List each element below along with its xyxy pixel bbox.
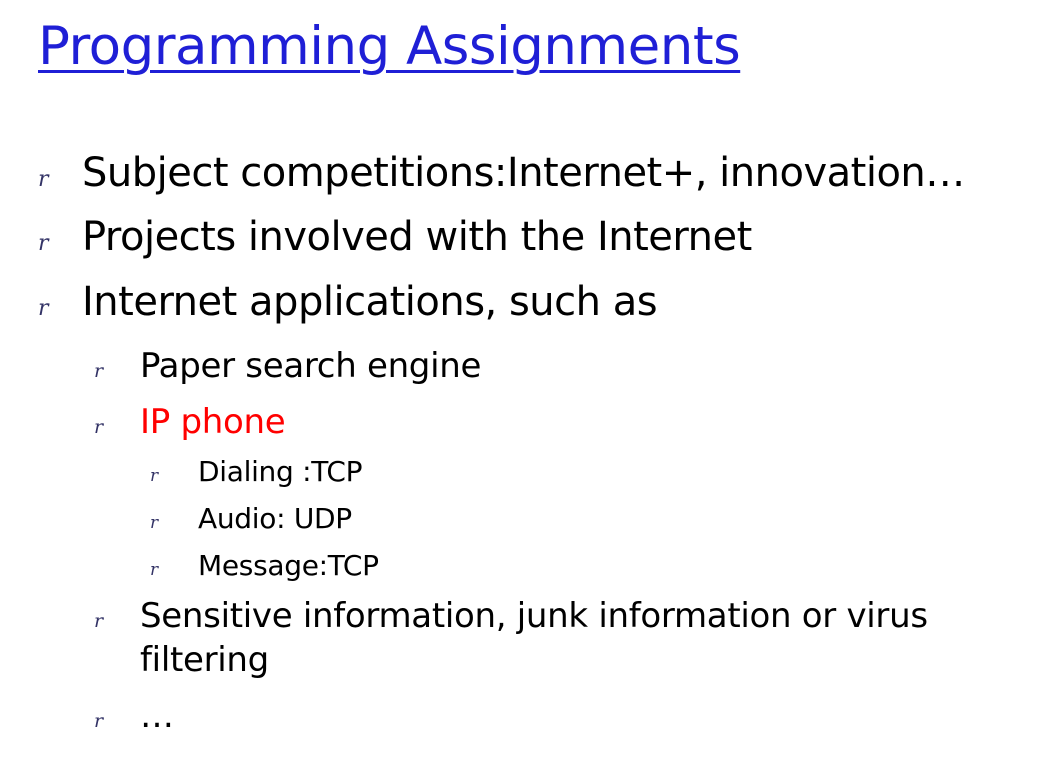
sub-bullet-text-highlighted: IP phone: [140, 402, 286, 442]
sub-sub-bullet-text: Dialing :TCP: [198, 455, 363, 488]
slide: Programming Assignments r Subject compet…: [0, 0, 1041, 757]
bullet-marker-icon: r: [94, 360, 104, 382]
bullet-marker-icon: r: [38, 296, 49, 321]
bullet-marker-icon: r: [94, 416, 104, 438]
bullet-marker-icon: r: [150, 466, 159, 486]
bullet-marker-icon: r: [150, 513, 159, 533]
bullet-marker-icon: r: [94, 610, 104, 632]
bullet-text: Projects involved with the Internet: [82, 214, 752, 260]
sub-bullet-text: Sensitive information, junk information …: [140, 596, 928, 680]
sub-sub-bullet-item: r Dialing :TCP: [150, 455, 363, 488]
sub-bullet-item: r Sensitive information, junk informatio…: [94, 594, 1020, 682]
sub-bullet-item: r IP phone: [94, 402, 286, 442]
sub-bullet-text: Paper search engine: [140, 346, 482, 386]
bullet-marker-icon: r: [150, 560, 159, 580]
sub-bullet-text: …: [140, 696, 174, 736]
bullet-marker-icon: r: [94, 710, 104, 732]
bullet-item: r Projects involved with the Internet: [38, 214, 752, 260]
bullet-item: r Internet applications, such as: [38, 279, 658, 325]
sub-sub-bullet-text: Audio: UDP: [198, 502, 352, 535]
bullet-marker-icon: r: [38, 167, 49, 192]
bullet-marker-icon: r: [38, 231, 49, 256]
sub-sub-bullet-text: Message:TCP: [198, 549, 379, 582]
bullet-text: Internet applications, such as: [82, 279, 658, 325]
bullet-text: Subject competitions:Internet+, innovati…: [82, 150, 965, 196]
slide-title: Programming Assignments: [38, 16, 741, 77]
sub-sub-bullet-item: r Message:TCP: [150, 549, 379, 582]
sub-sub-bullet-item: r Audio: UDP: [150, 502, 352, 535]
sub-bullet-item: r …: [94, 696, 174, 736]
bullet-item: r Subject competitions:Internet+, innova…: [38, 150, 965, 196]
sub-bullet-item: r Paper search engine: [94, 346, 481, 386]
